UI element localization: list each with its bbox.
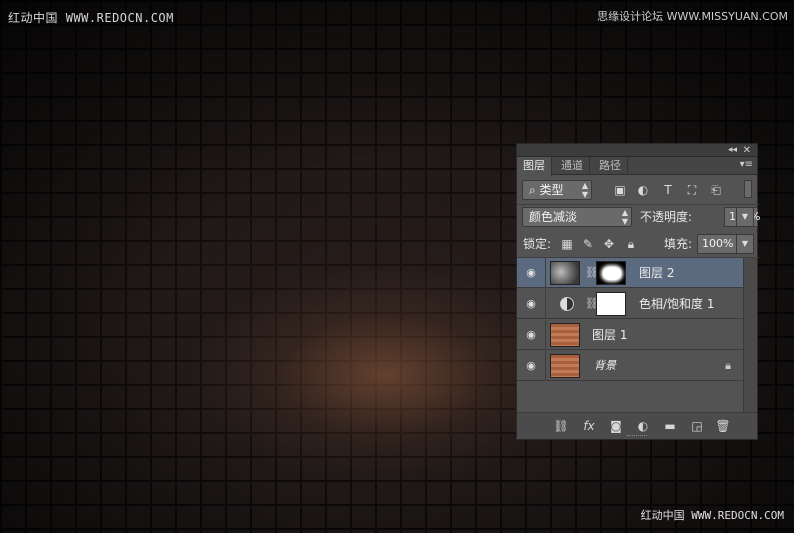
lock-all-icon[interactable]: 🔒︎ (623, 236, 639, 252)
lock-position-icon[interactable]: ✥ (601, 236, 617, 252)
filter-toggle-switch[interactable] (744, 180, 752, 198)
layer-name[interactable]: 图层 2 (639, 258, 674, 288)
smart-object-filter-icon[interactable]: ⎗ (708, 182, 724, 198)
filter-kind-select[interactable]: ⌕ 类型 ▲ ▼ (522, 180, 592, 200)
fx-icon[interactable]: fx (581, 418, 597, 434)
add-mask-icon[interactable]: ◙ (608, 418, 624, 434)
layer-row-background[interactable]: ◉ 背景 🔒︎ (517, 351, 745, 381)
layer-mask-thumbnail[interactable] (596, 292, 626, 316)
column-divider (545, 289, 546, 319)
column-divider (545, 258, 546, 288)
tab-paths[interactable]: 路径 (593, 157, 628, 175)
fill-field[interactable]: 100% (697, 234, 737, 254)
watermark-top-right: 思缘设计论坛 WWW.MISSYUAN.COM (597, 10, 788, 23)
column-divider (545, 351, 546, 381)
type-layer-filter-icon[interactable]: T (660, 182, 676, 198)
layer-mask-thumbnail[interactable] (596, 261, 626, 285)
lock-icon: 🔒︎ (725, 359, 731, 372)
blend-mode-value: 颜色减淡 (529, 210, 578, 224)
eye-icon[interactable]: ◉ (523, 327, 539, 343)
shape-layer-filter-icon[interactable]: ⛶ (684, 182, 700, 198)
separator (517, 204, 759, 205)
eye-icon[interactable]: ◉ (523, 358, 539, 374)
eye-icon[interactable]: ◉ (523, 296, 539, 312)
eye-icon[interactable]: ◉ (523, 265, 539, 281)
layer-name[interactable]: 色相/饱和度 1 (639, 289, 715, 319)
panel-tabs: 图层 通道 路径 ▾≡ (517, 157, 757, 176)
fill-value: 100% (702, 237, 734, 250)
tab-layers[interactable]: 图层 (517, 157, 552, 176)
lock-transparent-pixels-icon[interactable]: ▦ (559, 236, 575, 252)
lock-label: 锁定: (523, 237, 552, 251)
tab-channels[interactable]: 通道 (555, 157, 590, 175)
layer-row-hue-saturation-1[interactable]: ◉ ⛓ 色相/饱和度 1 (517, 289, 745, 319)
layer-thumbnail (550, 323, 580, 347)
fill-label: 填充: (664, 237, 693, 251)
filter-kind-value: 类型 (539, 183, 564, 197)
link-layers-icon[interactable]: ⛓ (553, 418, 569, 434)
layer-name[interactable]: 背景 (594, 351, 616, 381)
opacity-label: 不透明度: (640, 210, 693, 224)
layer-thumbnail (550, 261, 580, 285)
opacity-dropdown-icon[interactable]: ▼ (736, 207, 754, 227)
layer-name[interactable]: 图层 1 (592, 320, 627, 350)
panel-title-bar[interactable]: ◂◂ ✕ (517, 144, 757, 157)
column-divider (545, 320, 546, 350)
resize-grip[interactable] (627, 435, 647, 438)
hue-saturation-adjustment-icon (560, 297, 574, 311)
adjustment-layer-filter-icon[interactable]: ◐ (635, 182, 651, 198)
watermark-bottom-right: 红动中国 WWW.REDOCN.COM (640, 509, 784, 522)
select-arrows-icon: ▲ ▼ (621, 208, 628, 226)
layer-thumbnail (550, 354, 580, 378)
blend-mode-select[interactable]: 颜色减淡 ▲ ▼ (522, 207, 632, 227)
new-group-icon[interactable]: ▬ (662, 418, 678, 434)
collapse-icon[interactable]: ◂◂ (728, 144, 737, 157)
layers-scrollbar[interactable] (743, 258, 757, 413)
select-arrows-icon: ▲ ▼ (581, 181, 588, 199)
watermark-top-left: 红动中国 WWW.REDOCN.COM (8, 11, 174, 25)
pixel-layer-filter-icon[interactable]: ▣ (612, 182, 628, 198)
fill-dropdown-icon[interactable]: ▼ (736, 234, 754, 254)
layers-list: ◉ ⛓ 图层 2 ◉ ⛓ 色相/饱和度 1 ◉ 图层 1 ◉ 背景 🔒︎ (517, 258, 745, 413)
new-adjustment-layer-icon[interactable]: ◐ (635, 418, 651, 434)
search-icon: ⌕ (529, 183, 540, 197)
close-icon[interactable]: ✕ (743, 144, 751, 157)
panel-menu-icon[interactable]: ▾≡ (740, 159, 753, 170)
trash-icon[interactable]: 🗑︎ (715, 418, 731, 434)
layer-row-layer-2[interactable]: ◉ ⛓ 图层 2 (517, 258, 745, 288)
panel-footer: ⛓ fx ◙ ◐ ▬ ◲ 🗑︎ (517, 412, 757, 439)
layers-panel: ◂◂ ✕ 图层 通道 路径 ▾≡ ⌕ 类型 ▲ ▼ ▣ ◐ T ⛶ ⎗ 颜色减淡 … (516, 143, 760, 440)
lock-image-pixels-icon[interactable]: ✎ (580, 236, 596, 252)
new-layer-icon[interactable]: ◲ (689, 418, 705, 434)
layer-row-layer-1[interactable]: ◉ 图层 1 (517, 320, 745, 350)
